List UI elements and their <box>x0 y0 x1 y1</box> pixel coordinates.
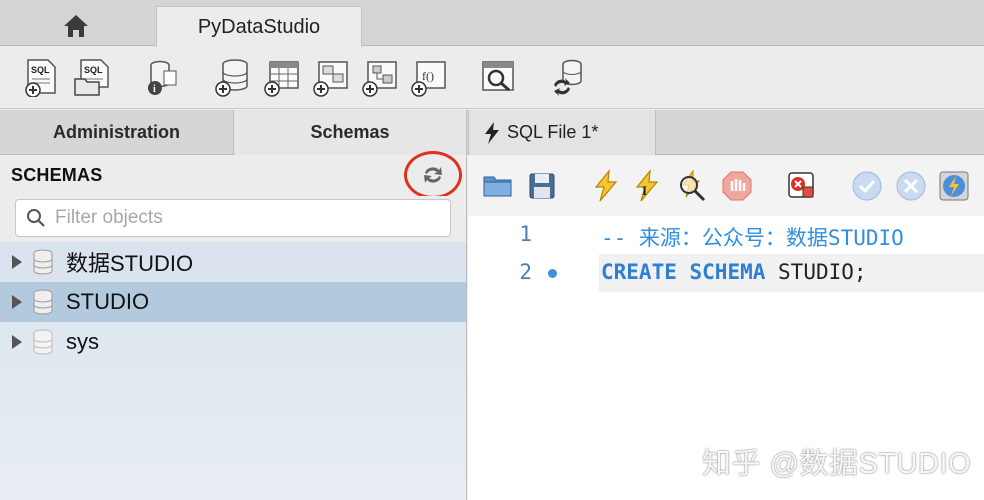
connection-tab-label: PyDataStudio <box>197 15 321 38</box>
expand-arrow-icon[interactable] <box>12 255 22 269</box>
schema-row[interactable]: sys <box>0 322 466 362</box>
execute-icon[interactable] <box>589 169 623 203</box>
home-icon <box>64 15 88 37</box>
create-table-icon[interactable] <box>262 57 302 97</box>
filter-objects-input[interactable] <box>55 207 435 229</box>
svg-text:f(): f() <box>422 69 434 83</box>
sql-keyword: SCHEMA <box>689 260 766 284</box>
autocommit-toggle-icon[interactable] <box>937 169 971 203</box>
schema-name: sys <box>66 329 99 354</box>
sidebar-tab-bar: Administration Schemas SQL File 1* <box>0 110 984 155</box>
line-number: 2 <box>519 260 532 284</box>
create-procedure-icon[interactable] <box>360 57 400 97</box>
main-toolbar: SQL SQL i f() <box>0 47 984 109</box>
sql-identifier: STUDIO; <box>778 260 867 284</box>
stop-icon[interactable] <box>720 169 754 203</box>
connection-tab[interactable]: PyDataStudio <box>156 6 362 47</box>
search-table-data-icon[interactable] <box>478 57 518 97</box>
database-icon <box>33 249 53 275</box>
svg-text:SQL: SQL <box>84 65 103 75</box>
schema-name: STUDIO <box>66 289 150 314</box>
schema-tree: 数据STUDIO STUDIO sys <box>0 242 466 500</box>
schema-row[interactable]: STUDIO <box>0 282 466 322</box>
create-schema-icon[interactable] <box>213 57 253 97</box>
tab-administration[interactable]: Administration <box>0 110 234 155</box>
open-sql-script-icon[interactable]: SQL <box>73 57 113 97</box>
explain-icon[interactable] <box>675 169 709 203</box>
home-tab[interactable] <box>0 6 152 46</box>
filter-objects-field[interactable] <box>15 199 451 237</box>
line-number: 1 <box>519 222 532 246</box>
create-view-icon[interactable] <box>311 57 351 97</box>
statement-marker-icon <box>548 269 557 278</box>
sql-keyword: CREATE <box>601 260 677 284</box>
refresh-button[interactable] <box>404 151 462 199</box>
navigator-panel: SCHEMAS Filter objects 数据STUDIO STUDIO s… <box>0 151 467 500</box>
tab-schemas-label: Schemas <box>310 122 390 142</box>
commit-icon[interactable] <box>850 169 884 203</box>
search-icon <box>27 209 45 227</box>
open-folder-icon[interactable] <box>481 169 515 203</box>
mysql-workbench-window: PyDataStudio SQL SQL i f() Administratio… <box>0 0 984 500</box>
schemas-header: SCHEMAS <box>0 151 466 199</box>
tab-administration-label: Administration <box>52 122 180 142</box>
rollback-icon[interactable] <box>894 169 928 203</box>
editor-toolbar: I <box>468 156 984 216</box>
database-icon <box>33 329 53 355</box>
sql-statement: CREATE SCHEMA STUDIO; <box>601 260 867 284</box>
reconnect-icon[interactable] <box>548 57 588 97</box>
svg-text:i: i <box>153 84 156 95</box>
code-line: 2 CREATE SCHEMA STUDIO; <box>468 254 984 292</box>
tab-sql-file-label: SQL File 1* <box>507 122 599 142</box>
sql-comment: -- 来源：公众号：数据STUDIO <box>601 226 904 250</box>
execute-current-statement-icon[interactable]: I <box>630 169 664 203</box>
expand-arrow-icon[interactable] <box>12 295 22 309</box>
inspector-icon[interactable]: i <box>140 57 180 97</box>
tab-sql-file[interactable]: SQL File 1* <box>468 110 656 155</box>
new-sql-tab-icon[interactable]: SQL <box>22 57 62 97</box>
svg-text:I: I <box>642 183 647 198</box>
svg-text:SQL: SQL <box>31 65 50 75</box>
tab-schemas[interactable]: Schemas <box>234 110 467 155</box>
database-icon <box>33 289 53 315</box>
save-icon[interactable] <box>525 169 559 203</box>
code-line: 1 -- 来源：公众号：数据STUDIO <box>468 216 984 254</box>
schemas-title: SCHEMAS <box>11 165 103 185</box>
watermark: 知乎 @数据STUDIO <box>702 448 972 480</box>
schema-row[interactable]: 数据STUDIO <box>0 242 466 282</box>
create-function-icon[interactable]: f() <box>409 57 449 97</box>
toggle-stop-on-error-icon[interactable] <box>785 169 819 203</box>
expand-arrow-icon[interactable] <box>12 335 22 349</box>
schema-name: 数据STUDIO <box>66 251 194 276</box>
connection-tab-bar: PyDataStudio <box>0 0 984 47</box>
refresh-icon <box>424 167 442 183</box>
lightning-icon <box>485 121 499 144</box>
